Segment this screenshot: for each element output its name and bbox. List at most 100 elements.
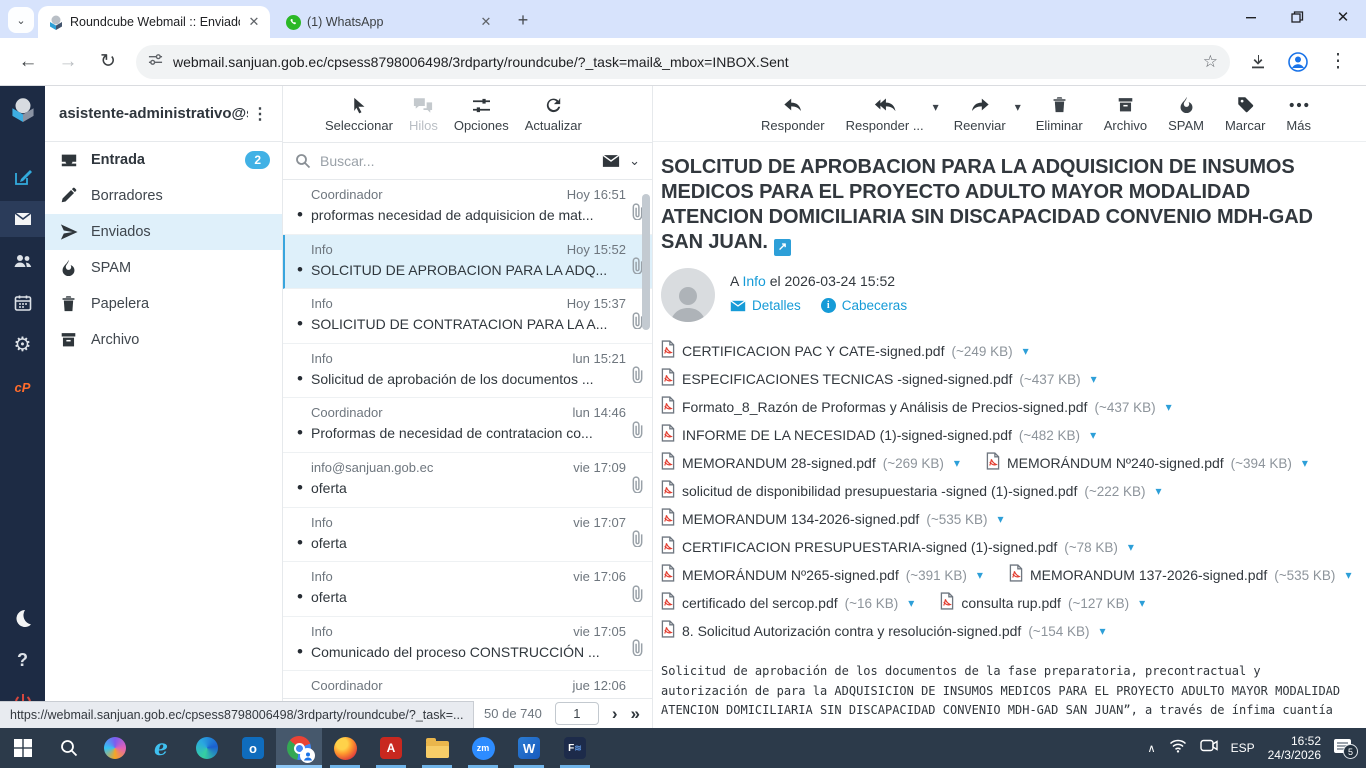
attachment-item[interactable]: certificado del sercop.pdf(~16 KB)▾ xyxy=(661,592,914,615)
list-scrollbar[interactable] xyxy=(642,194,650,330)
taskbar-ie-icon[interactable]: e xyxy=(138,728,184,768)
headers-link[interactable]: i Cabeceras xyxy=(821,298,907,313)
reader-toolbar-responder-button[interactable]: Responder ... xyxy=(846,95,924,133)
calendar-button[interactable] xyxy=(0,285,45,321)
help-icon[interactable]: ? xyxy=(0,642,45,678)
cpanel-icon[interactable]: cP xyxy=(0,369,45,405)
search-scope-mail-icon[interactable] xyxy=(602,154,620,168)
message-row[interactable]: Coordinadorjue 12:06 xyxy=(283,671,652,698)
taskbar-word-icon[interactable]: W xyxy=(506,728,552,768)
settings-gear-icon[interactable]: ⚙ xyxy=(0,327,45,363)
attachment-item[interactable]: MEMORÁNDUM Nº240-signed.pdf(~394 KB)▾ xyxy=(986,452,1308,475)
sidebar-item-enviados[interactable]: Enviados xyxy=(45,214,282,250)
new-tab-button[interactable]: + xyxy=(510,7,536,33)
list-toolbar-hilos-button[interactable]: Hilos xyxy=(409,95,438,133)
tab-roundcube[interactable]: Roundcube Webmail :: Enviados ✕ xyxy=(38,6,270,38)
message-row[interactable]: CoordinadorHoy 16:51•proformas necesidad… xyxy=(283,180,652,235)
sidebar-item-archivo[interactable]: Archivo xyxy=(45,322,282,358)
attachment-menu-caret-icon[interactable]: ▾ xyxy=(1156,484,1162,498)
attachment-menu-caret-icon[interactable]: ▾ xyxy=(1099,624,1105,638)
sidebar-item-borradores[interactable]: Borradores xyxy=(45,178,282,214)
taskbar-edge-icon[interactable] xyxy=(184,728,230,768)
mail-module-button[interactable] xyxy=(0,201,45,237)
reader-toolbar-spam-button[interactable]: SPAM xyxy=(1168,95,1204,133)
message-row[interactable]: Infovie 17:07•oferta xyxy=(283,508,652,563)
attachment-item[interactable]: solicitud de disponibilidad presupuestar… xyxy=(661,480,1162,503)
attachment-menu-caret-icon[interactable]: ▾ xyxy=(1166,400,1172,414)
attachment-menu-caret-icon[interactable]: ▾ xyxy=(1090,428,1096,442)
attachment-item[interactable]: MEMORÁNDUM Nº265-signed.pdf(~391 KB)▾ xyxy=(661,564,983,587)
details-link[interactable]: Detalles xyxy=(730,298,801,313)
reader-toolbar-responder-button[interactable]: Responder xyxy=(761,95,825,133)
dropdown-caret-icon[interactable]: ▾ xyxy=(1015,100,1021,114)
meet-now-icon[interactable] xyxy=(1200,739,1218,757)
sidebar-item-spam[interactable]: SPAM xyxy=(45,250,282,286)
language-indicator[interactable]: ESP xyxy=(1231,741,1255,755)
attachment-menu-caret-icon[interactable]: ▾ xyxy=(1345,568,1351,582)
taskbar-outlook-icon[interactable]: o xyxy=(230,728,276,768)
profile-avatar-icon[interactable] xyxy=(1281,45,1315,79)
message-row[interactable]: InfoHoy 15:37•SOLICITUD DE CONTRATACION … xyxy=(283,289,652,344)
taskbar-copilot-icon[interactable] xyxy=(92,728,138,768)
tab-whatsapp[interactable]: (1) WhatsApp ✕ xyxy=(276,6,502,38)
attachment-item[interactable]: MEMORANDUM 134-2026-signed.pdf(~535 KB)▾ xyxy=(661,508,1004,531)
bookmark-star-icon[interactable]: ☆ xyxy=(1203,52,1218,72)
attachment-menu-caret-icon[interactable]: ▾ xyxy=(977,568,983,582)
account-header[interactable]: asistente-administrativo@sa... ⋮ xyxy=(45,86,282,142)
attachment-menu-caret-icon[interactable]: ▾ xyxy=(1302,456,1308,470)
attachment-item[interactable]: MEMORANDUM 137-2026-signed.pdf(~535 KB)▾ xyxy=(1009,564,1352,587)
open-in-new-window-icon[interactable]: ↗ xyxy=(774,239,791,256)
reader-toolbar-reenviar-button[interactable]: Reenviar xyxy=(954,95,1006,133)
clock[interactable]: 16:52 24/3/2026 xyxy=(1268,734,1321,762)
tab-search-button[interactable]: ⌄ xyxy=(8,7,34,33)
tab-close-icon[interactable]: ✕ xyxy=(246,14,262,30)
message-row[interactable]: InfoHoy 15:52•SOLCITUD DE APROBACION PAR… xyxy=(283,235,652,290)
attachment-menu-caret-icon[interactable]: ▾ xyxy=(998,512,1004,526)
tray-expand-icon[interactable]: ∧ xyxy=(1148,742,1156,755)
reader-toolbar-eliminar-button[interactable]: Eliminar xyxy=(1036,95,1083,133)
next-page-icon[interactable]: › xyxy=(612,705,618,722)
message-row[interactable]: Infovie 17:06•oferta xyxy=(283,562,652,617)
minimize-button[interactable] xyxy=(1228,0,1274,34)
attachment-item[interactable]: MEMORANDUM 28-signed.pdf(~269 KB)▾ xyxy=(661,452,960,475)
taskbar-zoom-icon[interactable]: zm xyxy=(460,728,506,768)
list-toolbar-seleccionar-button[interactable]: Seleccionar xyxy=(325,95,393,133)
tab-close-icon[interactable]: ✕ xyxy=(478,14,494,30)
taskbar-search-icon[interactable] xyxy=(46,728,92,768)
compose-button[interactable] xyxy=(0,159,45,195)
attachment-menu-caret-icon[interactable]: ▾ xyxy=(1128,540,1134,554)
tune-icon[interactable] xyxy=(148,52,163,72)
browser-menu-icon[interactable]: ⋮ xyxy=(1321,45,1355,79)
message-row[interactable]: Infolun 15:21•Solicitud de aprobación de… xyxy=(283,344,652,399)
attachment-menu-caret-icon[interactable]: ▾ xyxy=(954,456,960,470)
last-page-icon[interactable]: » xyxy=(631,705,640,722)
attachment-menu-caret-icon[interactable]: ▾ xyxy=(1139,596,1145,610)
recipient-link[interactable]: Info xyxy=(742,273,765,289)
taskbar-acrobat-icon[interactable]: A xyxy=(368,728,414,768)
dark-mode-moon-icon[interactable] xyxy=(0,600,45,636)
list-toolbar-opciones-button[interactable]: Opciones xyxy=(454,95,509,133)
attachment-item[interactable]: CERTIFICACION PAC Y CATE-signed.pdf(~249… xyxy=(661,340,1029,363)
taskbar-fes-icon[interactable]: F≋ xyxy=(552,728,598,768)
close-button[interactable]: ✕ xyxy=(1320,0,1366,34)
attachment-menu-caret-icon[interactable]: ▾ xyxy=(1091,372,1097,386)
sidebar-item-papelera[interactable]: Papelera xyxy=(45,286,282,322)
taskbar-start-icon[interactable] xyxy=(0,728,46,768)
reader-toolbar-marcar-button[interactable]: Marcar xyxy=(1225,95,1265,133)
back-icon[interactable]: ← xyxy=(11,45,45,79)
message-row[interactable]: Coordinadorlun 14:46•Proformas de necesi… xyxy=(283,398,652,453)
search-input[interactable] xyxy=(320,153,593,169)
attachment-item[interactable]: consulta rup.pdf(~127 KB)▾ xyxy=(940,592,1145,615)
taskbar-firefox-icon[interactable] xyxy=(322,728,368,768)
attachment-item[interactable]: 8. Solicitud Autorización contra y resol… xyxy=(661,620,1106,643)
reader-toolbar-ms-button[interactable]: Más xyxy=(1286,95,1311,133)
search-options-chevron-icon[interactable]: ⌄ xyxy=(629,153,640,169)
download-icon[interactable] xyxy=(1241,45,1275,79)
attachment-menu-caret-icon[interactable]: ▾ xyxy=(908,596,914,610)
taskbar-chrome-icon[interactable] xyxy=(276,728,322,768)
reload-icon[interactable]: ↻ xyxy=(91,45,125,79)
forward-icon[interactable]: → xyxy=(51,45,85,79)
contacts-button[interactable] xyxy=(0,243,45,279)
message-row[interactable]: Infovie 17:05•Comunicado del proceso CON… xyxy=(283,617,652,672)
attachment-item[interactable]: CERTIFICACION PRESUPUESTARIA-signed (1)-… xyxy=(661,536,1134,559)
